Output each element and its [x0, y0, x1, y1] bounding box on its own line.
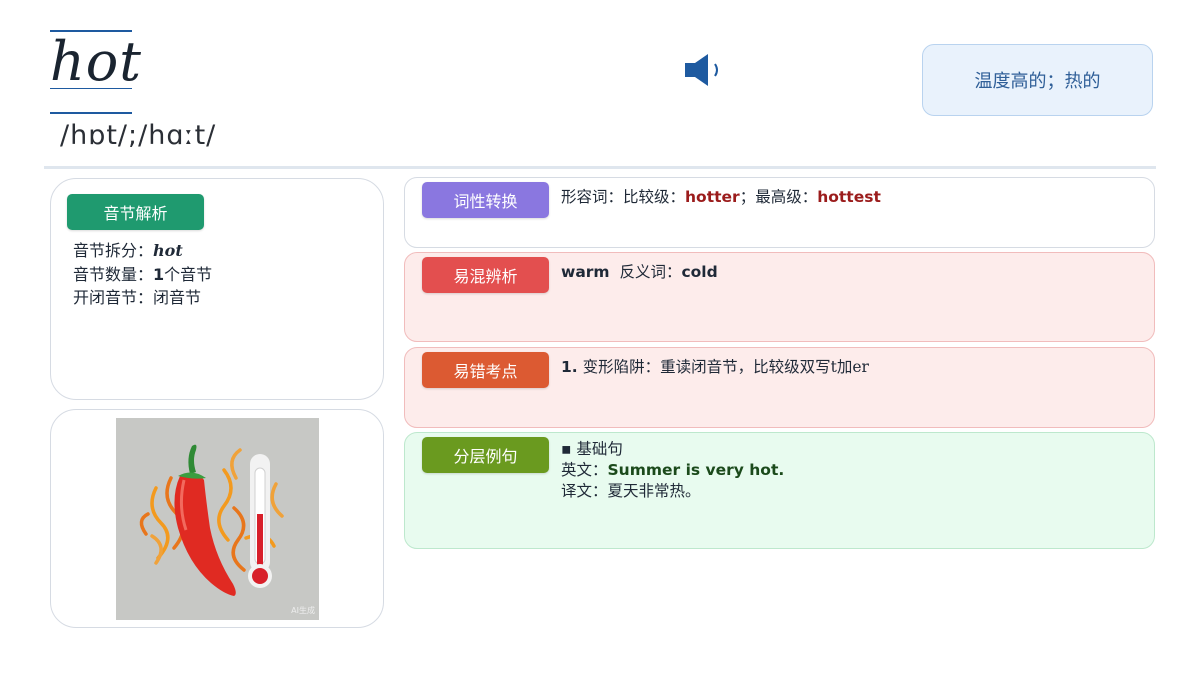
example-english: Summer is very hot.	[607, 461, 785, 479]
syllable-split-value: hot	[153, 241, 183, 260]
examples-content: ▪ 基础句 英文：Summer is very hot. 译文：夏天非常热。	[561, 439, 784, 502]
examples-title-pill: 分层例句	[422, 437, 549, 473]
header-divider	[44, 166, 1156, 169]
speaker-icon[interactable]	[684, 52, 728, 88]
example-chinese: 夏天非常热。	[607, 482, 701, 500]
syllable-card: 音节解析 音节拆分：hot 音节数量：1个音节 开闭音节：闭音节	[50, 178, 384, 400]
confusable-word: warm	[561, 263, 610, 281]
guide-line-bottom	[50, 112, 132, 114]
examples-panel: 分层例句 ▪ 基础句 英文：Summer is very hot. 译文：夏天非…	[404, 432, 1155, 549]
phonetic-transcription: /hɒt/;/hɑːt/	[60, 120, 217, 151]
syllable-count-row: 音节数量：1个音节	[73, 264, 213, 284]
confusion-content: warm 反义词：cold	[561, 263, 718, 281]
superlative-form: hottest	[817, 188, 881, 206]
syllable-details: 音节拆分：hot 音节数量：1个音节 开闭音节：闭音节	[73, 239, 212, 310]
syllable-count-value: 1	[153, 264, 165, 284]
example-level: ▪ 基础句	[561, 440, 623, 458]
chili-thermometer-illustration: AI生成	[116, 418, 319, 620]
antonym-word: cold	[681, 263, 718, 281]
confusion-title-pill: 易混辨析	[422, 257, 549, 293]
syllable-type-value: 闭音节	[153, 288, 202, 307]
error-points-panel: 易错考点 1. 变形陷阱：重读闭音节，比较级双写t加er	[404, 347, 1155, 428]
pos-conversion-panel: 词性转换 形容词：比较级：hotter；最高级：hottest	[404, 177, 1155, 248]
syllable-split-row: 音节拆分：hot	[73, 241, 183, 260]
error-text: 变形陷阱：重读闭音节，比较级双写t加er	[582, 358, 869, 376]
illustration-watermark: AI生成	[291, 606, 315, 615]
meaning-box: 温度高的；热的	[922, 44, 1153, 116]
pos-title-pill: 词性转换	[422, 182, 549, 218]
confusion-panel: 易混辨析 warm 反义词：cold	[404, 252, 1155, 342]
pos-content: 形容词：比较级：hotter；最高级：hottest	[561, 188, 881, 206]
error-title-pill: 易错考点	[422, 352, 549, 388]
headword: hot	[50, 30, 142, 93]
example-english-row: 英文：Summer is very hot.	[561, 461, 785, 479]
word-block: hot	[48, 28, 141, 116]
illustration-card: AI生成	[50, 409, 384, 628]
syllable-title-pill: 音节解析	[67, 194, 204, 230]
error-content: 1. 变形陷阱：重读闭音节，比较级双写t加er	[561, 358, 869, 376]
example-chinese-row: 译文：夏天非常热。	[561, 482, 701, 500]
comparative-form: hotter	[685, 188, 740, 206]
syllable-type-row: 开闭音节：闭音节	[73, 288, 202, 307]
